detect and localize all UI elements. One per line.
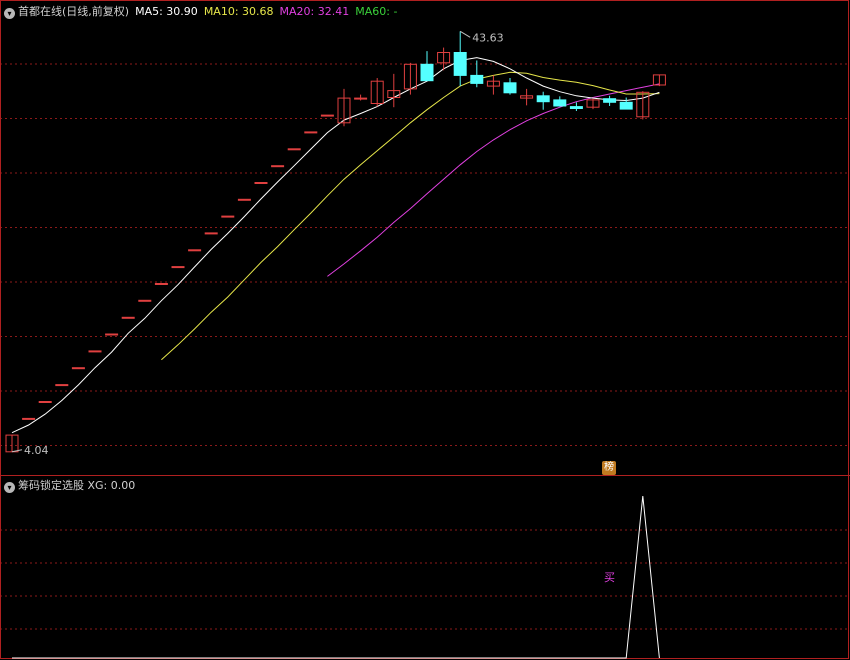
candle-body (603, 98, 617, 103)
candle[interactable] (204, 232, 218, 235)
candle[interactable] (188, 249, 202, 252)
candle[interactable] (105, 333, 119, 336)
rank-badge[interactable]: 榜 (602, 461, 616, 475)
ma10-path (161, 71, 660, 361)
candle[interactable] (520, 88, 534, 106)
candle-body (619, 101, 633, 110)
candle-body (453, 52, 467, 76)
ma10-legend: MA10: 30.68 (203, 5, 274, 18)
main-panel-grid (0, 63, 850, 446)
candle-body (470, 74, 484, 84)
ma5-line (11, 57, 660, 434)
candle[interactable] (221, 215, 235, 218)
candle[interactable] (55, 384, 69, 387)
candle-body (121, 316, 135, 319)
candle[interactable] (38, 401, 52, 403)
candle-body (71, 367, 85, 370)
candle[interactable] (453, 31, 467, 87)
ma5-legend: MA5: 30.90 (135, 5, 198, 18)
candle[interactable] (619, 97, 633, 110)
ma20-path (327, 83, 660, 277)
candle[interactable] (403, 62, 417, 95)
candle-body (188, 249, 202, 252)
candle[interactable] (154, 283, 168, 285)
high-price-label: 43.63 (472, 31, 504, 44)
candle[interactable] (636, 91, 650, 120)
candle[interactable] (71, 367, 85, 370)
candle[interactable] (320, 114, 334, 117)
candle[interactable] (536, 91, 550, 110)
candle-body (271, 165, 285, 168)
candle-body (354, 97, 368, 100)
stock-chart[interactable]: 43.63 4.04 (0, 0, 850, 660)
main-dropdown-icon[interactable]: ▾ (4, 8, 15, 19)
candle-body (22, 417, 36, 420)
candle[interactable] (237, 198, 251, 201)
candle[interactable] (337, 88, 351, 127)
main-legend: ▾ 首都在线(日线,前复权) MA5: 30.90 MA10: 30.68 MA20: … (4, 5, 397, 19)
indicator-dropdown-icon[interactable]: ▾ (4, 482, 15, 493)
main-panel-border (0, 0, 849, 659)
candle[interactable] (88, 350, 102, 353)
candle-body (569, 106, 583, 109)
ma10-line (161, 71, 660, 361)
candle-body (287, 148, 301, 151)
indicator-panel-grid (0, 529, 850, 630)
candle-body (88, 350, 102, 353)
candle[interactable] (5, 434, 19, 453)
ma5-path (11, 57, 660, 434)
candle-body (304, 131, 318, 134)
candle[interactable] (603, 95, 617, 106)
candle[interactable] (271, 165, 285, 168)
candle[interactable] (486, 75, 500, 95)
candle[interactable] (121, 316, 135, 319)
low-price-label: 4.04 (24, 444, 49, 457)
indicator-title: 筹码锁定选股 (18, 479, 84, 492)
candle-body (221, 215, 235, 218)
candle-body (254, 182, 268, 184)
candle-body (204, 232, 218, 235)
candle-body (553, 99, 567, 107)
xg-signal-line (12, 495, 660, 659)
ma60-legend: MA60: - (355, 5, 398, 18)
candle[interactable] (354, 94, 368, 101)
xg-value: XG: 0.00 (87, 479, 136, 492)
candle-body (320, 114, 334, 117)
candle[interactable] (254, 182, 268, 184)
candle-body (55, 384, 69, 387)
candle-body (536, 95, 550, 103)
buy-signal-label: 买 (604, 571, 615, 584)
candle[interactable] (503, 78, 517, 95)
candle[interactable] (553, 96, 567, 107)
candle[interactable] (304, 131, 318, 134)
candle-body (105, 333, 119, 336)
ma20-line (327, 83, 660, 277)
candlestick-series[interactable] (5, 31, 666, 453)
candle-body (171, 266, 185, 269)
candle[interactable] (138, 299, 152, 302)
candle-body (38, 401, 52, 403)
candle-body (420, 63, 434, 82)
xg-path (12, 495, 660, 659)
panel-divider (0, 475, 850, 476)
candle-body (154, 283, 168, 285)
high-pointer (459, 30, 471, 38)
candle[interactable] (370, 78, 384, 107)
candle[interactable] (171, 266, 185, 269)
candle[interactable] (420, 51, 434, 82)
candle[interactable] (387, 73, 401, 108)
price-marks: 43.63 4.04 (11, 30, 504, 457)
ma20-legend: MA20: 32.41 (279, 5, 350, 18)
candle[interactable] (287, 148, 301, 151)
candle-body (237, 198, 251, 201)
main-title: 首都在线(日线,前复权) (18, 5, 130, 18)
indicator-legend: ▾ 筹码锁定选股 XG: 0.00 (4, 479, 135, 493)
candle-body (138, 299, 152, 302)
candle[interactable] (22, 417, 36, 420)
candle-body (503, 82, 517, 94)
candle[interactable] (586, 98, 600, 110)
